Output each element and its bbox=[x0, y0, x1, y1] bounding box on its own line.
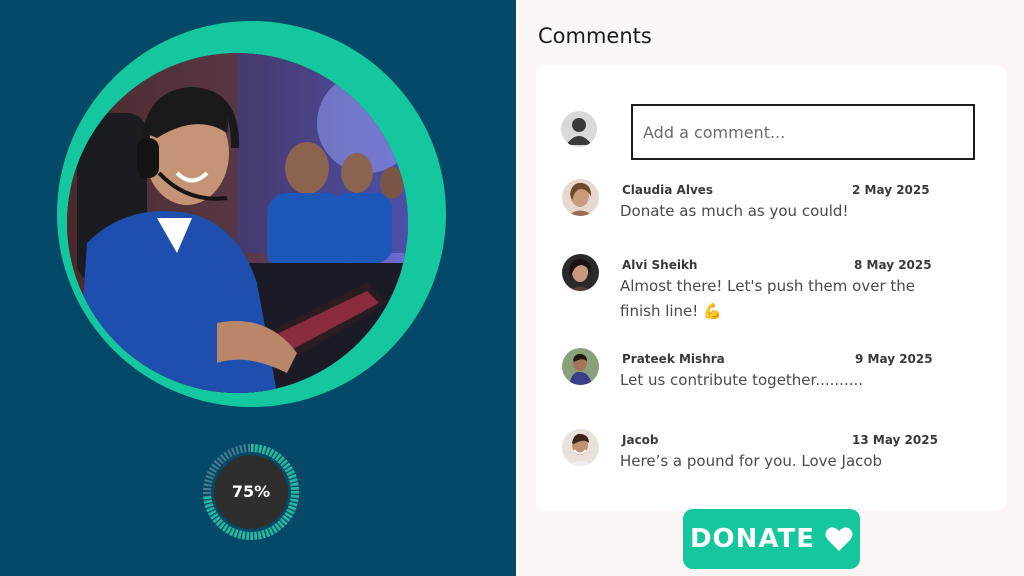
donation-progress: 75% bbox=[202, 443, 300, 541]
comment-text: Donate as much as you could! bbox=[620, 202, 849, 220]
campaign-panel: 75% bbox=[0, 0, 516, 576]
heart-icon bbox=[825, 526, 853, 552]
commenter-avatar bbox=[562, 348, 599, 385]
donate-button[interactable]: DONATE bbox=[683, 509, 860, 569]
comments-title: Comments bbox=[538, 24, 652, 48]
comments-panel: Comments Claudia Alves 2 May 2025 Donate… bbox=[516, 0, 1024, 576]
comment-date: 8 May 2025 bbox=[854, 258, 932, 272]
comment-date: 13 May 2025 bbox=[852, 433, 938, 447]
comment-text: Let us contribute together.......... bbox=[620, 371, 864, 389]
commenter-avatar bbox=[562, 254, 599, 291]
campaign-photo bbox=[67, 53, 408, 393]
commenter-avatar bbox=[562, 429, 599, 466]
user-avatar-icon bbox=[561, 111, 597, 147]
comment-input[interactable] bbox=[631, 104, 975, 160]
commenter-name: Jacob bbox=[622, 433, 659, 447]
commenter-avatar bbox=[562, 179, 599, 216]
comment-text: Almost there! Let's push them over the f… bbox=[620, 277, 916, 320]
comment-text: Here’s a pound for you. Love Jacob bbox=[620, 452, 883, 470]
commenter-name: Alvi Sheikh bbox=[622, 258, 698, 272]
donate-label: DONATE bbox=[689, 524, 816, 554]
commenter-name: Claudia Alves bbox=[622, 183, 714, 197]
comment-date: 9 May 2025 bbox=[855, 352, 933, 366]
comment-date: 2 May 2025 bbox=[852, 183, 930, 197]
commenter-name: Prateek Mishra bbox=[622, 352, 725, 366]
gamer-photo bbox=[67, 53, 408, 393]
progress-label: 75% bbox=[231, 482, 271, 501]
